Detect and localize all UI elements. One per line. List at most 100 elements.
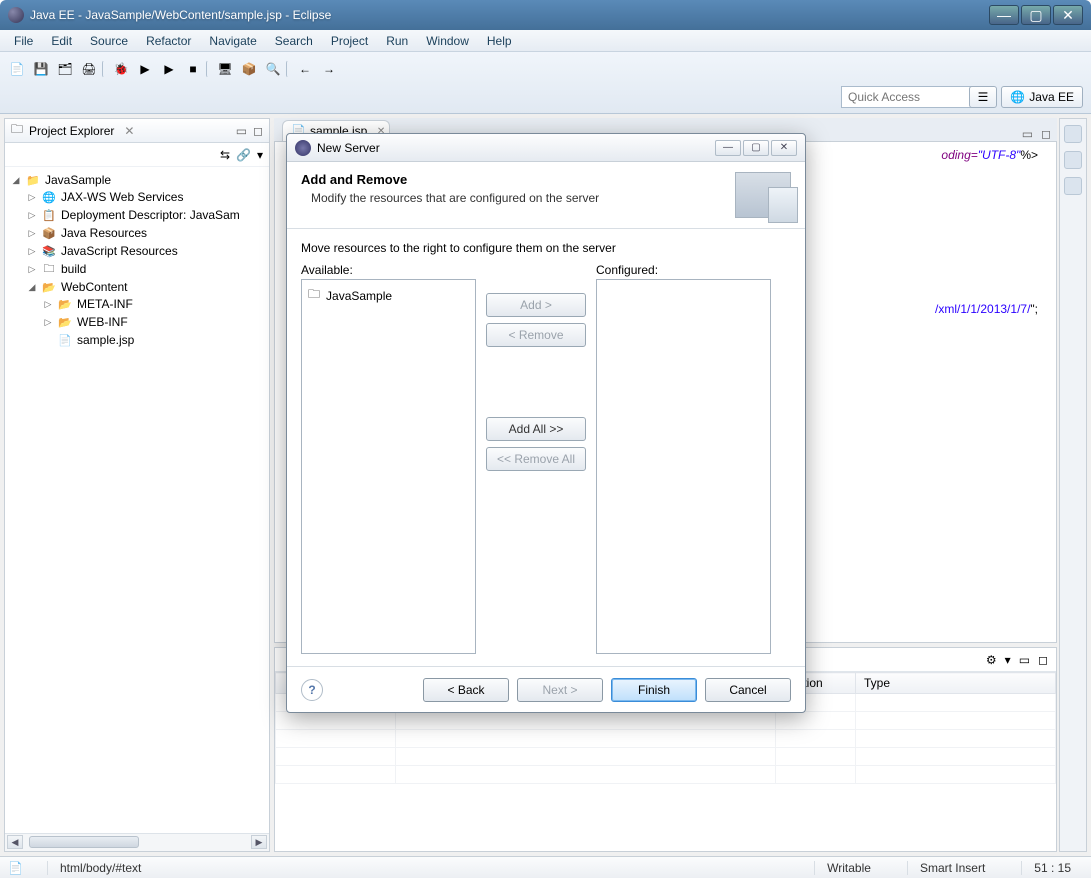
debug-icon[interactable]: 🐞 xyxy=(110,58,132,80)
tree-item[interactable]: sample.jsp xyxy=(77,333,134,347)
menu-refactor[interactable]: Refactor xyxy=(138,32,199,50)
maximize-view-icon[interactable]: ◻ xyxy=(253,124,263,138)
table-row[interactable] xyxy=(276,712,1056,730)
print-icon[interactable]: 🖨 xyxy=(78,58,100,80)
next-button[interactable]: Next > xyxy=(517,678,603,702)
eclipse-icon xyxy=(8,7,24,23)
view-menu-icon[interactable]: ▾ xyxy=(257,148,263,162)
dialog-title: New Server xyxy=(317,141,380,155)
editor-text: /xml/ xyxy=(935,302,960,316)
maximize-editor-icon[interactable]: ◻ xyxy=(1041,127,1051,141)
column-header[interactable]: Type xyxy=(856,673,1056,694)
dialog-minimize-button[interactable]: — xyxy=(715,140,741,156)
finish-button[interactable]: Finish xyxy=(611,678,697,702)
task-list-icon[interactable] xyxy=(1064,151,1082,169)
maximize-button[interactable]: ▢ xyxy=(1021,5,1051,25)
configured-list[interactable] xyxy=(596,279,771,654)
right-trim-stack xyxy=(1059,118,1087,852)
forward-icon[interactable]: → xyxy=(318,58,340,80)
search-icon[interactable]: 🔍 xyxy=(262,58,284,80)
back-icon[interactable]: ← xyxy=(294,58,316,80)
remove-all-button[interactable]: << Remove All xyxy=(486,447,586,471)
new-server-icon[interactable]: 🖥 xyxy=(214,58,236,80)
available-label: Available: xyxy=(301,263,476,277)
menu-search[interactable]: Search xyxy=(267,32,321,50)
menu-edit[interactable]: Edit xyxy=(43,32,80,50)
table-row[interactable] xyxy=(276,748,1056,766)
add-button[interactable]: Add > xyxy=(486,293,586,317)
dialog-heading: Add and Remove xyxy=(301,172,735,187)
cancel-button[interactable]: Cancel xyxy=(705,678,791,702)
menu-navigate[interactable]: Navigate xyxy=(201,32,264,50)
save-icon[interactable]: 💾 xyxy=(30,58,52,80)
menu-run[interactable]: Run xyxy=(378,32,416,50)
menu-window[interactable]: Window xyxy=(418,32,477,50)
folder-icon: 🗀 xyxy=(11,120,23,141)
tree-project[interactable]: JavaSample xyxy=(45,173,111,187)
view-close-icon[interactable]: ✕ xyxy=(124,124,134,138)
menu-source[interactable]: Source xyxy=(82,32,136,50)
table-row[interactable] xyxy=(276,730,1056,748)
run-ext-icon[interactable]: ▶ xyxy=(158,58,180,80)
editor-text: oding= xyxy=(941,148,977,162)
save-all-icon[interactable]: 🗂 xyxy=(54,58,76,80)
tree-item[interactable]: JAX-WS Web Services xyxy=(61,190,183,204)
remove-button[interactable]: < Remove xyxy=(486,323,586,347)
new-icon[interactable]: 📄 xyxy=(6,58,28,80)
tree-webcontent[interactable]: WebContent xyxy=(61,280,128,294)
link-editor-icon[interactable]: 🔗 xyxy=(236,148,251,162)
menu-project[interactable]: Project xyxy=(323,32,376,50)
folder-icon: 📂 xyxy=(57,296,73,312)
tree-item[interactable]: WEB-INF xyxy=(77,315,128,329)
maximize-view-icon[interactable]: ◻ xyxy=(1038,653,1048,667)
tree-item[interactable]: build xyxy=(61,262,86,276)
collapse-all-icon[interactable]: ⇆ xyxy=(220,148,230,162)
filter-icon[interactable]: ⚙ xyxy=(986,653,997,667)
list-item[interactable]: 🗀 JavaSample xyxy=(306,284,471,307)
minimize-view-icon[interactable]: ▭ xyxy=(1019,653,1030,667)
tree-item[interactable]: Deployment Descriptor: JavaSam xyxy=(61,208,240,222)
back-button[interactable]: < Back xyxy=(423,678,509,702)
minimize-view-icon[interactable]: ▭ xyxy=(236,124,247,138)
table-row[interactable] xyxy=(276,766,1056,784)
menu-help[interactable]: Help xyxy=(479,32,520,50)
menu-file[interactable]: File xyxy=(6,32,41,50)
server-wizard-icon xyxy=(735,172,791,218)
quick-access-input[interactable] xyxy=(841,86,981,108)
project-tree[interactable]: ◢📁JavaSample ▷🌐JAX-WS Web Services ▷📋Dep… xyxy=(5,167,269,833)
window-title: Java EE - JavaSample/WebContent/sample.j… xyxy=(30,8,987,22)
perspective-label: Java EE xyxy=(1029,90,1074,104)
help-button[interactable]: ? xyxy=(301,679,323,701)
file-icon: 📄 xyxy=(8,861,23,875)
eclipse-icon xyxy=(295,140,311,156)
horizontal-scrollbar[interactable]: ◀ ▶ xyxy=(5,833,269,851)
perspective-javaee[interactable]: 🌐 Java EE xyxy=(1001,86,1083,108)
scroll-right-icon[interactable]: ▶ xyxy=(251,835,267,849)
tree-item[interactable]: Java Resources xyxy=(61,226,147,240)
tree-item[interactable]: JavaScript Resources xyxy=(61,244,178,258)
minimize-editor-icon[interactable]: ▭ xyxy=(1022,127,1033,141)
jsp-file-icon: 📄 xyxy=(57,332,73,348)
stop-icon[interactable]: ■ xyxy=(182,58,204,80)
outline-view-icon[interactable] xyxy=(1064,125,1082,143)
scroll-thumb[interactable] xyxy=(29,836,139,848)
open-perspective-button[interactable]: ☰ xyxy=(969,86,998,108)
status-writable: Writable xyxy=(814,861,883,875)
available-list[interactable]: 🗀 JavaSample xyxy=(301,279,476,654)
tree-item[interactable]: META-INF xyxy=(77,297,133,311)
minimize-button[interactable]: — xyxy=(989,5,1019,25)
snippets-icon[interactable] xyxy=(1064,177,1082,195)
run-icon[interactable]: ▶ xyxy=(134,58,156,80)
project-icon: 📁 xyxy=(25,172,41,188)
view-menu-icon[interactable]: ▾ xyxy=(1005,653,1011,667)
dialog-maximize-button[interactable]: ▢ xyxy=(743,140,769,156)
scroll-left-icon[interactable]: ◀ xyxy=(7,835,23,849)
add-all-button[interactable]: Add All >> xyxy=(486,417,586,441)
close-button[interactable]: ✕ xyxy=(1053,5,1083,25)
open-type-icon[interactable]: 📦 xyxy=(238,58,260,80)
dialog-close-button[interactable]: ✕ xyxy=(771,140,797,156)
menu-bar: File Edit Source Refactor Navigate Searc… xyxy=(0,30,1091,52)
separator xyxy=(102,60,108,78)
project-explorer-title: Project Explorer xyxy=(29,124,114,138)
window-titlebar: Java EE - JavaSample/WebContent/sample.j… xyxy=(0,0,1091,30)
